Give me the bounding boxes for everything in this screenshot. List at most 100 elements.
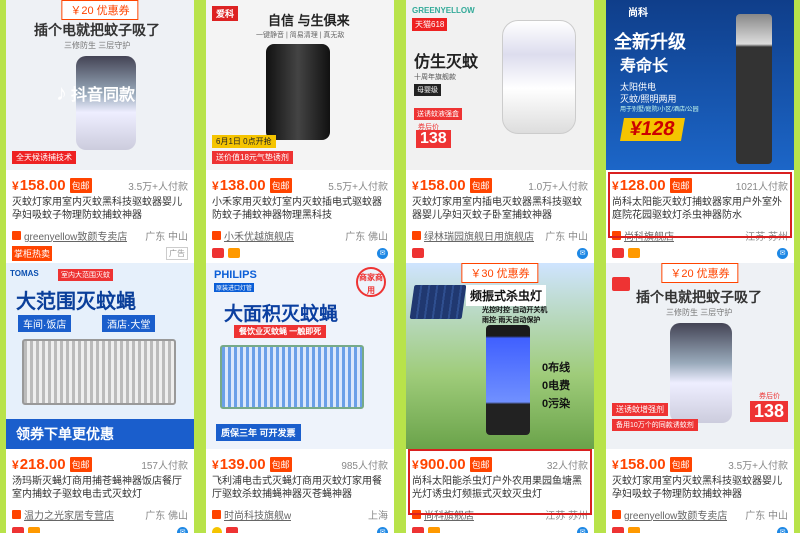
free-shipping-tag: 包邮 [669, 456, 692, 472]
product-card[interactable]: 爱科 自信 与生俱来 一键静音 | 简易清理 | 真无敌 6月1日 0点开抢 送… [206, 0, 394, 263]
insect-killer-lamp-image [486, 325, 530, 435]
banner-headline: 大面积灭蚊蝇 [224, 304, 339, 325]
product-image[interactable]: GREENYELLOW 天猫618 仿生灭蚊 十周年旗舰款 母婴级 送诱蚊液强盒… [406, 0, 594, 170]
product-title-link[interactable]: 尚科太阳能杀虫灯户外农用果园鱼塘黑光灯诱虫灯频振式灭蚊灭虫灯 [412, 475, 588, 501]
shop-icon [212, 509, 221, 519]
banner-subline: 光控时控·自动开关机 [482, 307, 548, 314]
chat-icon[interactable]: ✉ [377, 247, 388, 259]
stat-0: 0布线 [542, 362, 571, 374]
shop-icon [612, 509, 621, 519]
sales-count: 3.5万+人付款 [128, 181, 188, 193]
gift-icon [228, 248, 240, 258]
promo-banner-2: 备用10万个的同款诱蚊剂 [612, 419, 698, 431]
mosquito-lamp-image [266, 44, 330, 140]
price-tag-label: 券后价 [759, 393, 780, 400]
location: 广东 中山 [745, 510, 788, 522]
bug-zapper-image [22, 339, 176, 405]
chat-icon[interactable]: ✉ [577, 526, 588, 533]
brand-logo: GREENYELLOW [412, 6, 475, 15]
free-shipping-tag: 包邮 [69, 177, 92, 193]
product-card[interactable]: PHILIPS 原装进口灯管 商家商用 大面积灭蚊蝇 餐饮业灭蚊蝇 一触即死 质… [206, 263, 394, 533]
brand-badge: 室内大范围灭蚊 [58, 269, 113, 281]
location: 上海 [368, 510, 388, 522]
tmall-icon [212, 248, 224, 258]
product-card[interactable]: ￥20 优惠券 插个电就把蚊子吸了 三修防生 三层守护 ♪ 抖音同款 全天候诱捕… [6, 0, 194, 263]
coupon-badge[interactable]: ￥20 优惠券 [661, 263, 739, 283]
shop-icon [412, 230, 421, 240]
shop-link[interactable]: 尚科旗舰店 [424, 507, 474, 522]
price-tag: 138 [416, 130, 451, 148]
product-image[interactable]: ￥20 优惠券 插个电就把蚊子吸了 三修防生 三层守护 送诱蚊增强剂 备用10万… [606, 263, 794, 449]
free-shipping-tag: 包邮 [669, 177, 692, 193]
brand-logo: 爱科 [212, 6, 239, 21]
tmall-618-badge: 天猫618 [412, 18, 448, 31]
banner-headline: 插个电就把蚊子吸了 [34, 22, 160, 38]
tmall-icon [412, 248, 424, 258]
gift-icon [28, 527, 40, 533]
promo-banner: 送诱蚊液强盒 [414, 108, 462, 120]
price: ¥218.00 [12, 455, 66, 473]
location: 广东 中山 [545, 231, 588, 243]
sales-count: 32人付款 [546, 460, 588, 472]
product-image[interactable]: 爱科 自信 与生俱来 一键静音 | 简易清理 | 真无敌 6月1日 0点开抢 送… [206, 0, 394, 170]
chat-icon[interactable]: ✉ [777, 526, 788, 533]
douyin-logo-icon: ♪ [56, 80, 67, 105]
chat-icon[interactable]: ✉ [777, 247, 788, 259]
feature-badge: 全天候诱捕技术 [12, 151, 76, 164]
product-title-link[interactable]: 汤玛斯灭蝇灯商用捕苍蝇神器饭店餐厅室内捕蚊子驱蚊电击式灭蚊灯 [12, 475, 188, 501]
price: ¥138.00 [212, 176, 266, 194]
product-card[interactable]: TOMAS 室内大范围灭蚊 大范围灭蚊蝇 车间·饭店 酒店·大堂 领券下单更优惠… [6, 263, 194, 533]
chat-icon[interactable]: ✉ [177, 526, 188, 533]
coupon-badge[interactable]: ￥20 优惠券 [61, 0, 139, 20]
product-image[interactable]: ￥20 优惠券 插个电就把蚊子吸了 三修防生 三层守护 ♪ 抖音同款 全天候诱捕… [6, 0, 194, 170]
brand-logo-icon [612, 277, 630, 291]
banner-headline: 大范围灭蚊蝇 [16, 291, 136, 313]
product-title-link[interactable]: 灭蚊灯家用室内灭蚊黑科技驱蚊器婴儿孕妇吸蚊子物理防蚊捕蚊神器 [612, 475, 788, 501]
product-card[interactable]: 尚科 全新升级 寿命长 太阳供电 灭蚊/照明两用 用于别墅/庭院/小区/酒店/公… [606, 0, 794, 263]
tmall-icon [12, 527, 24, 533]
shop-link[interactable]: 尚科旗舰店 [624, 228, 674, 243]
product-card[interactable]: GREENYELLOW 天猫618 仿生灭蚊 十周年旗舰款 母婴级 送诱蚊液强盒… [406, 0, 594, 263]
gift-icon [428, 527, 440, 533]
sales-count: 157人付款 [141, 460, 188, 472]
product-title-link[interactable]: 灭蚊灯家用室内灭蚊黑科技驱蚊器婴儿孕妇吸蚊子物理防蚊捕蚊神器 [12, 196, 188, 222]
product-image[interactable]: PHILIPS 原装进口灯管 商家商用 大面积灭蚊蝇 餐饮业灭蚊蝇 一触即死 质… [206, 263, 394, 449]
banner-subline-2: 雨控·雨天自动保护 [482, 317, 541, 324]
price: ¥139.00 [212, 455, 266, 473]
product-title-link[interactable]: 小禾家用灭蚊灯室内灭蚊插电式驱蚊器防蚊子捕蚊神器物理黑科技 [212, 196, 388, 222]
shop-link[interactable]: greenyellow致颜专卖店 [624, 507, 727, 522]
product-image[interactable]: ￥30 优惠券 频振式杀虫灯 光控时控·自动开关机 雨控·雨天自动保护 0布线 … [406, 263, 594, 449]
banner-bottom: 领券下单更优惠 [6, 419, 194, 449]
shop-icon [212, 230, 221, 240]
chat-icon[interactable]: ✉ [377, 526, 388, 533]
shop-link[interactable]: 小禾优越旗舰店 [224, 228, 294, 243]
free-shipping-tag: 包邮 [469, 177, 492, 193]
shop-link[interactable]: 时尚科技旗舰w [224, 507, 291, 522]
ad-label: 广告 [166, 246, 188, 260]
price: ¥158.00 [12, 176, 66, 194]
price: ¥128.00 [612, 176, 666, 194]
product-title-link[interactable]: 尚科太阳能灭蚊灯捕蚊器家用户外室外庭院花园驱蚊灯杀虫神器防水 [612, 196, 788, 222]
coupon-badge[interactable]: ￥30 优惠券 [461, 263, 539, 283]
product-image[interactable]: TOMAS 室内大范围灭蚊 大范围灭蚊蝇 车间·饭店 酒店·大堂 领券下单更优惠 [6, 263, 194, 449]
shop-link[interactable]: 温力之光家居专营店 [24, 507, 114, 522]
brand-logo: 尚科 [628, 8, 648, 19]
product-title-link[interactable]: 飞利浦电击式灭蝇灯商用灭蚊灯家用餐厅驱蚊杀蚊捕蝇神器灭苍蝇神器 [212, 475, 388, 501]
banner-headline: 频振式杀虫灯 [466, 285, 547, 306]
chat-icon[interactable]: ✉ [577, 247, 588, 259]
product-card[interactable]: ￥30 优惠券 频振式杀虫灯 光控时控·自动开关机 雨控·雨天自动保护 0布线 … [406, 263, 594, 533]
stat-2: 0污染 [542, 398, 571, 410]
bug-zapper-image [220, 345, 364, 409]
product-card[interactable]: ￥20 优惠券 插个电就把蚊子吸了 三修防生 三层守护 送诱蚊增强剂 备用10万… [606, 263, 794, 533]
location: 江苏 苏州 [745, 231, 788, 243]
banner-bottom: 质保三年 可开发票 [216, 424, 301, 441]
brand-logo: TOMAS [10, 269, 39, 278]
product-title-link[interactable]: 灭蚊灯家用室内插电灭蚊器黑科技驱蚊器婴儿孕妇灭蚊子卧室捕蚊神器 [412, 196, 588, 222]
product-grid: ￥20 优惠券 插个电就把蚊子吸了 三修防生 三层守护 ♪ 抖音同款 全天候诱捕… [6, 0, 794, 533]
shop-link[interactable]: greenyellow致颜专卖店 [24, 228, 127, 243]
sales-count: 985人付款 [341, 460, 388, 472]
shop-link[interactable]: 绿林瑞园旗舰日用旗舰店 [424, 228, 534, 243]
free-shipping-tag: 包邮 [469, 456, 492, 472]
product-image[interactable]: 尚科 全新升级 寿命长 太阳供电 灭蚊/照明两用 用于别墅/庭院/小区/酒店/公… [606, 0, 794, 170]
tmall-icon [226, 527, 238, 533]
